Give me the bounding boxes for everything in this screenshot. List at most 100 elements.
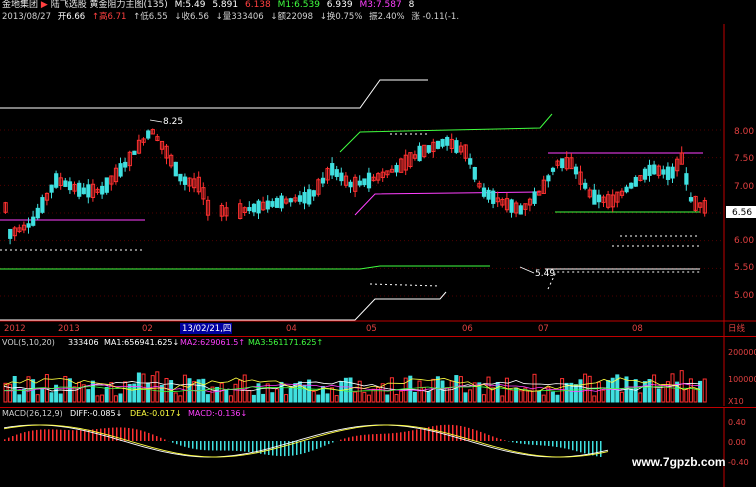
macd-bar bbox=[252, 441, 254, 453]
volume-bar bbox=[233, 383, 238, 403]
macd-bar bbox=[496, 437, 498, 441]
volume-bar bbox=[100, 394, 105, 403]
macd-bar bbox=[212, 441, 214, 451]
volume-bar bbox=[104, 386, 109, 403]
macd-bar bbox=[268, 441, 270, 455]
macd-bar bbox=[284, 441, 286, 457]
macd-bar bbox=[84, 429, 86, 441]
candle-body bbox=[81, 187, 86, 195]
volume-bar bbox=[311, 390, 316, 403]
macd-bar bbox=[324, 441, 326, 446]
time-tick: 08 bbox=[632, 324, 643, 334]
volume-bar bbox=[468, 389, 473, 403]
triangle-right-icon[interactable]: ▶ bbox=[41, 0, 48, 10]
volume-bar bbox=[693, 388, 698, 403]
volume-bar bbox=[435, 376, 440, 403]
candlesticks[interactable] bbox=[3, 128, 707, 245]
volume-bar bbox=[141, 373, 146, 403]
macd-bar bbox=[248, 441, 250, 453]
macd-bar bbox=[492, 436, 494, 441]
candle-body bbox=[173, 161, 178, 177]
candle-body bbox=[624, 186, 629, 193]
macd-bar bbox=[52, 429, 54, 441]
volume-bar bbox=[684, 388, 689, 403]
candle-body bbox=[100, 185, 105, 195]
volume-bar bbox=[136, 372, 141, 403]
stock-name: 金地集团 bbox=[2, 0, 39, 10]
macd-bar bbox=[216, 441, 218, 451]
volume-bar bbox=[688, 378, 693, 403]
volume-bar bbox=[500, 395, 505, 403]
candle-body bbox=[54, 173, 59, 188]
volume-bar bbox=[652, 374, 657, 403]
volume-bar bbox=[224, 389, 229, 403]
volume-bar bbox=[205, 394, 210, 403]
macd-bar bbox=[220, 441, 222, 451]
candle-body bbox=[665, 166, 671, 180]
macd-panel[interactable]: MACD(26,12,9) DIFF:-0.085↓ DEA:-0.017↓ M… bbox=[0, 407, 756, 487]
macd-bar bbox=[340, 439, 342, 441]
volume-bar bbox=[339, 381, 344, 403]
candle-body bbox=[573, 166, 579, 175]
macd-bar bbox=[524, 441, 526, 445]
volume-bar bbox=[118, 393, 123, 403]
volume-bar bbox=[518, 390, 523, 403]
macd-bar bbox=[420, 428, 422, 441]
indicator-name[interactable]: 陆飞选股 黄金阻力主图(135) bbox=[51, 0, 168, 10]
macd-bar bbox=[512, 441, 514, 443]
time-tick: 05 bbox=[366, 324, 377, 334]
volume-panel[interactable]: VOL(5,10,20) 333406 MA1:656941.625↓ MA2:… bbox=[0, 336, 756, 406]
time-tick: 06 bbox=[462, 324, 473, 334]
macd-bar bbox=[64, 429, 66, 441]
volume-bar bbox=[454, 375, 459, 403]
macd-bar bbox=[20, 433, 22, 441]
candle-body bbox=[26, 223, 31, 228]
candle-body bbox=[31, 216, 36, 226]
time-tick: 2012 bbox=[4, 324, 26, 334]
volume-bar bbox=[113, 395, 118, 403]
price-grid bbox=[0, 129, 724, 297]
volume-bar bbox=[431, 378, 436, 403]
macd-bar bbox=[372, 434, 374, 441]
volume-bar bbox=[656, 388, 661, 403]
candle-body bbox=[35, 207, 40, 219]
volume-ma2: MA2:629061.5↑ bbox=[180, 338, 245, 347]
candle-body bbox=[684, 173, 689, 185]
volume-bar bbox=[251, 394, 256, 403]
macd-bar bbox=[364, 434, 366, 441]
price-chart[interactable]: 8.00 7.50 7.00 6.00 5.50 5.00 6.56 8.25 … bbox=[0, 24, 756, 336]
macd-bar bbox=[4, 439, 6, 441]
volume-bar bbox=[619, 391, 624, 403]
macd-bar bbox=[528, 441, 530, 445]
macd-bar bbox=[556, 441, 558, 447]
level-line bbox=[0, 79, 428, 109]
volume-bar bbox=[541, 394, 546, 403]
macd-bar bbox=[488, 434, 490, 441]
price-tick: 7.50 bbox=[734, 154, 754, 164]
candle-body bbox=[652, 164, 657, 175]
volume-bar bbox=[40, 388, 45, 403]
period-label[interactable]: 日线 bbox=[728, 323, 746, 334]
candle-body bbox=[320, 177, 326, 184]
volume-bar bbox=[504, 377, 509, 403]
volume-bar bbox=[265, 383, 270, 403]
volume-bar bbox=[127, 384, 132, 403]
macd-bar bbox=[540, 441, 542, 446]
macd-bar bbox=[552, 441, 554, 447]
candle-body bbox=[629, 182, 634, 189]
macd-bar bbox=[184, 441, 186, 447]
m-value: M1:6.539 bbox=[277, 0, 320, 10]
macd-bar bbox=[136, 429, 138, 441]
volume-bar bbox=[178, 395, 183, 403]
macd-bar bbox=[380, 433, 382, 441]
macd-bar bbox=[484, 433, 486, 441]
candle-body bbox=[532, 191, 537, 204]
low-annotation: 5.49 bbox=[535, 269, 555, 279]
volume-bar bbox=[348, 377, 353, 403]
volume-bar bbox=[215, 386, 220, 403]
macd-bar bbox=[108, 427, 110, 441]
candle-body bbox=[670, 166, 675, 179]
candle-body bbox=[518, 205, 523, 215]
volume-bar bbox=[316, 394, 321, 403]
candle-body bbox=[182, 176, 188, 185]
